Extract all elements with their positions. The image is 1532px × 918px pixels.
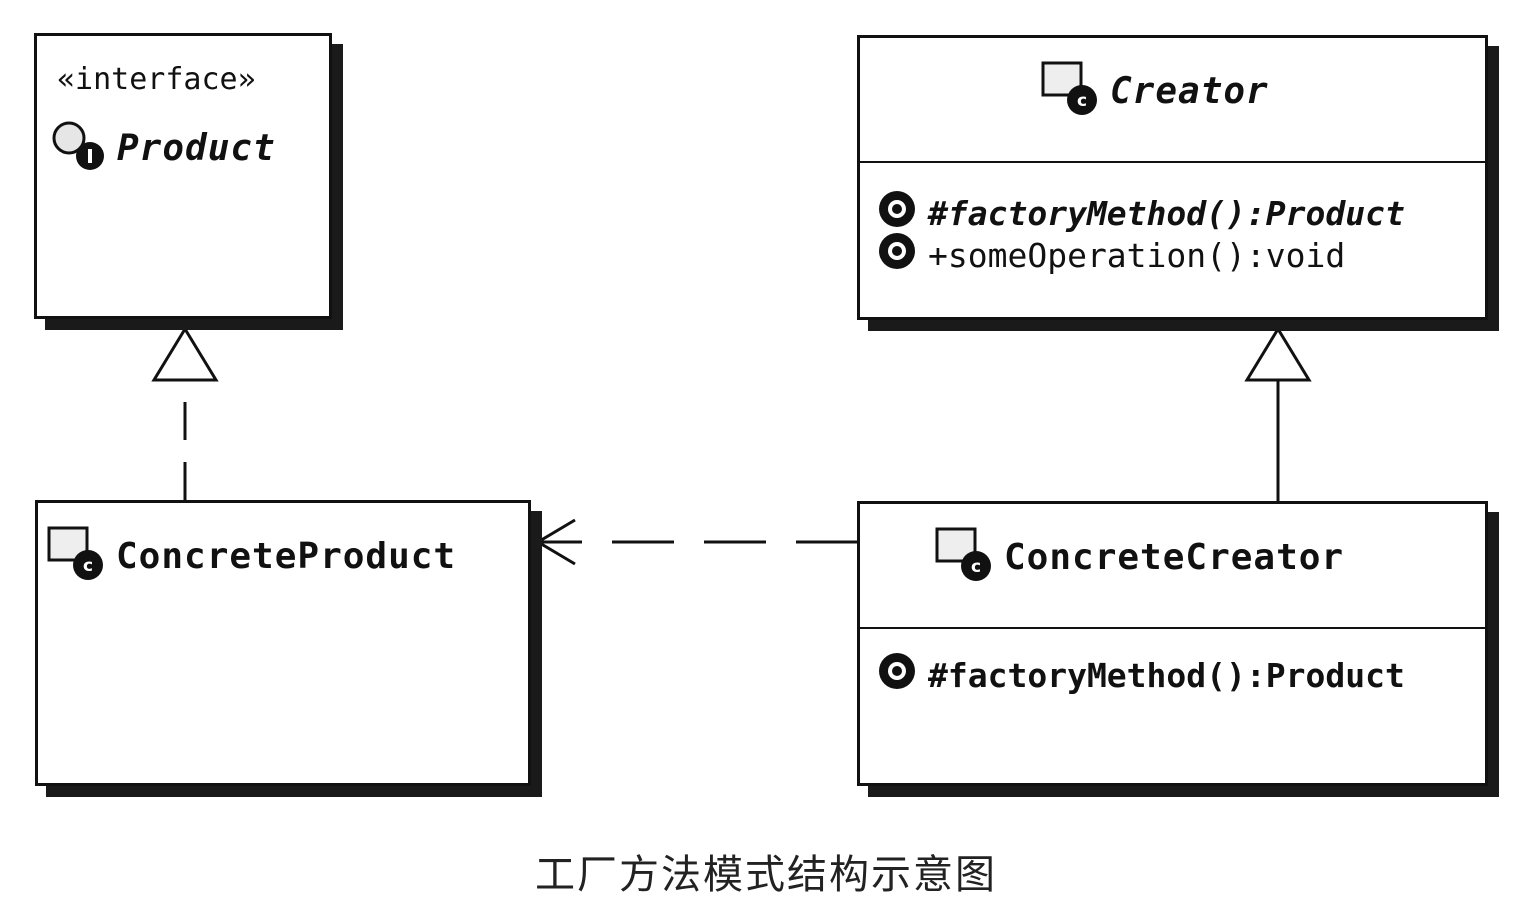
diagram-caption: 工厂方法模式结构示意图 [535,852,997,898]
class-icon: c [1040,60,1102,122]
stereotype-label: «interface» [57,62,256,97]
creator-name-row: c Creator [1040,60,1269,122]
concrete-creator-class-box[interactable]: c ConcreteCreator #factoryMethod():Produ… [857,501,1488,786]
generalization-arrowhead [1244,326,1312,382]
concrete-product-class-box[interactable]: c ConcreteProduct [35,500,531,786]
concrete-creator-operation-factory-method[interactable]: #factoryMethod():Product [876,650,1405,700]
product-interface-box[interactable]: «interface» Product [34,33,332,319]
product-name-row: Product [49,118,276,178]
svg-text:c: c [1077,91,1087,111]
realization-arrowhead [151,326,219,382]
concrete-product-name-row: c ConcreteProduct [46,525,456,587]
svg-text:c: c [971,557,981,577]
product-class-name: Product [117,127,276,169]
interface-icon [49,118,109,178]
class-icon: c [934,526,996,588]
concrete-product-class-name: ConcreteProduct [116,535,457,577]
svg-text:c: c [83,556,93,576]
creator-operation-some-operation[interactable]: +someOperation():void [876,230,1345,280]
operation-signature: #factoryMethod():Product [928,193,1405,233]
concrete-creator-name-row: c ConcreteCreator [934,526,1344,588]
operation-signature: #factoryMethod():Product [928,655,1405,695]
class-icon: c [46,525,108,587]
concrete-creator-divider [860,627,1485,629]
creator-class-name: Creator [1110,70,1269,112]
operation-icon [876,650,918,700]
operation-signature: +someOperation():void [928,235,1346,275]
creator-class-box[interactable]: c Creator #factoryMethod():Product +some… [857,35,1488,320]
creator-divider [860,161,1485,163]
operation-icon [876,230,918,280]
concrete-creator-class-name: ConcreteCreator [1004,536,1345,578]
